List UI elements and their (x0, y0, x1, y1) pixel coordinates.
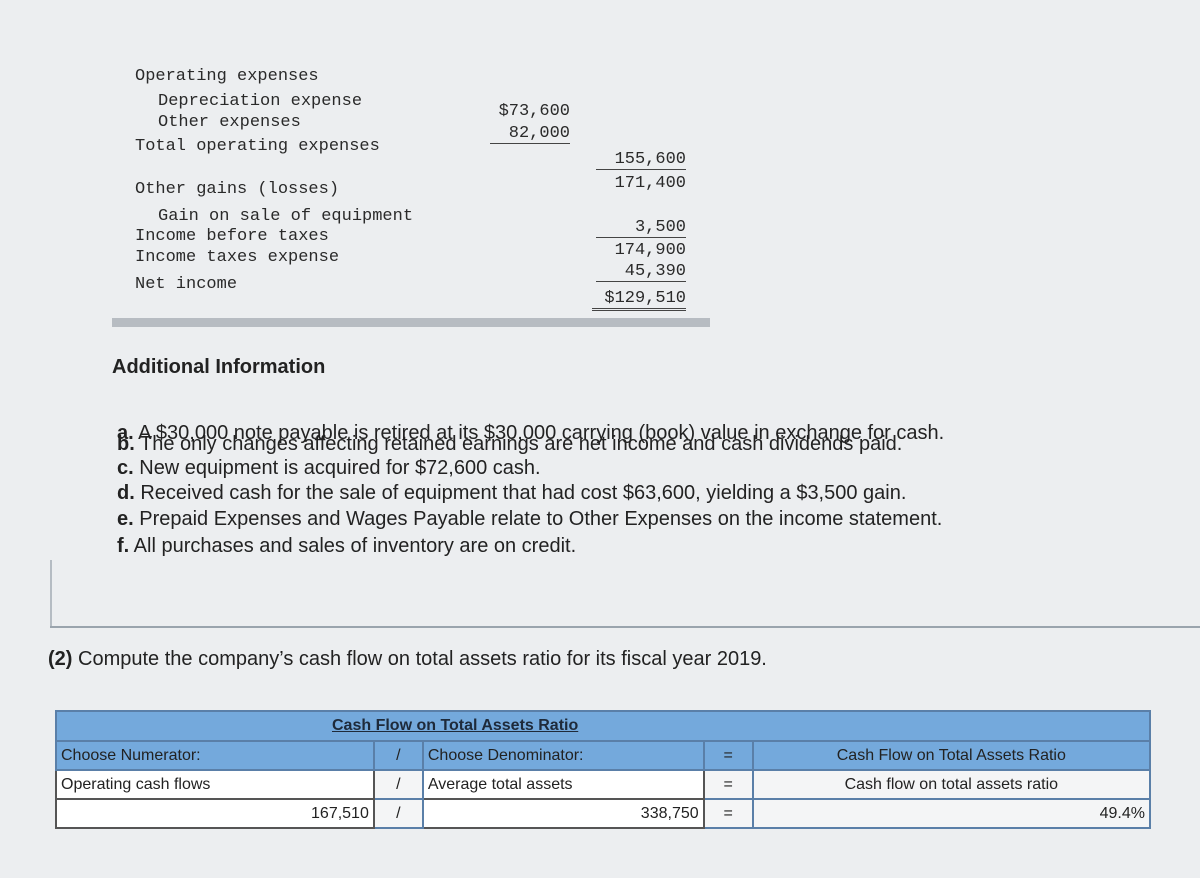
other-expenses-value: 82,000 (490, 124, 570, 144)
info-item: b. The only changes affecting retained e… (117, 433, 902, 456)
item-letter: d. (117, 482, 135, 504)
question-text: Compute the company’s cash flow on total… (72, 648, 767, 670)
total-operating-label: Total operating expenses (135, 137, 380, 156)
numerator-select[interactable]: Operating cash flows (55, 769, 375, 800)
item-letter: c. (117, 457, 134, 479)
item-letter: e. (117, 508, 134, 530)
question-number: (2) (48, 648, 73, 670)
ratio-table: Cash Flow on Total Assets Ratio Choose N… (55, 710, 1152, 829)
item-text: All purchases and sales of inventory are… (129, 535, 577, 557)
result-label: Cash flow on total assets ratio (751, 769, 1152, 800)
panel-border (50, 626, 1200, 628)
income-taxes-value: 45,390 (596, 262, 686, 282)
subtotal-value: 171,400 (614, 174, 686, 193)
slash: / (372, 798, 424, 829)
denominator-select[interactable]: Average total assets (421, 769, 705, 800)
info-item: c. New equipment is acquired for $72,600… (117, 457, 541, 480)
operating-expenses-label: Operating expenses (135, 67, 319, 86)
numerator-input[interactable]: 167,510 (55, 798, 375, 829)
info-item: f. All purchases and sales of inventory … (117, 535, 576, 558)
divider (112, 318, 710, 327)
total-operating-value: 155,600 (596, 150, 686, 170)
item-text: Received cash for the sale of equipment … (134, 482, 907, 504)
table-title-text: Cash Flow on Total Assets Ratio (332, 717, 579, 734)
additional-info-title: Additional Information (112, 356, 326, 378)
gain-value: 3,500 (596, 218, 686, 238)
panel-border (50, 560, 52, 628)
numerator-header: Choose Numerator: (55, 740, 375, 771)
depreciation-value: $73,600 (498, 102, 570, 121)
result-header: Cash Flow on Total Assets Ratio (751, 740, 1152, 771)
income-before-taxes-label: Income before taxes (135, 227, 329, 246)
slash: / (372, 769, 424, 800)
question: (2) Compute the company’s cash flow on t… (48, 648, 767, 671)
gain-label: Gain on sale of equipment (158, 207, 414, 226)
other-expenses-label: Other expenses (158, 113, 301, 132)
item-letter: f. (117, 535, 130, 557)
income-taxes-label: Income taxes expense (135, 248, 340, 267)
result-value: 49.4% (751, 798, 1152, 829)
depreciation-label: Depreciation expense (158, 92, 363, 111)
denominator-header: Choose Denominator: (421, 740, 705, 771)
denominator-input[interactable]: 338,750 (421, 798, 705, 829)
item-text: The only changes affecting retained earn… (134, 433, 903, 455)
equals: = (702, 769, 754, 800)
item-text: Prepaid Expenses and Wages Payable relat… (133, 508, 943, 530)
other-gains-label: Other gains (losses) (135, 180, 340, 199)
equals: = (702, 798, 754, 829)
equals: = (702, 740, 754, 771)
item-letter: b. (117, 433, 135, 455)
table-title: Cash Flow on Total Assets Ratio (55, 710, 1151, 742)
slash: / (372, 740, 424, 771)
income-before-taxes-value: 174,900 (614, 241, 686, 260)
net-income-value: $129,510 (592, 289, 686, 311)
net-income-label: Net income (135, 275, 238, 294)
info-item: e. Prepaid Expenses and Wages Payable re… (117, 508, 942, 531)
info-item: d. Received cash for the sale of equipme… (117, 482, 906, 505)
item-text: New equipment is acquired for $72,600 ca… (133, 457, 541, 479)
